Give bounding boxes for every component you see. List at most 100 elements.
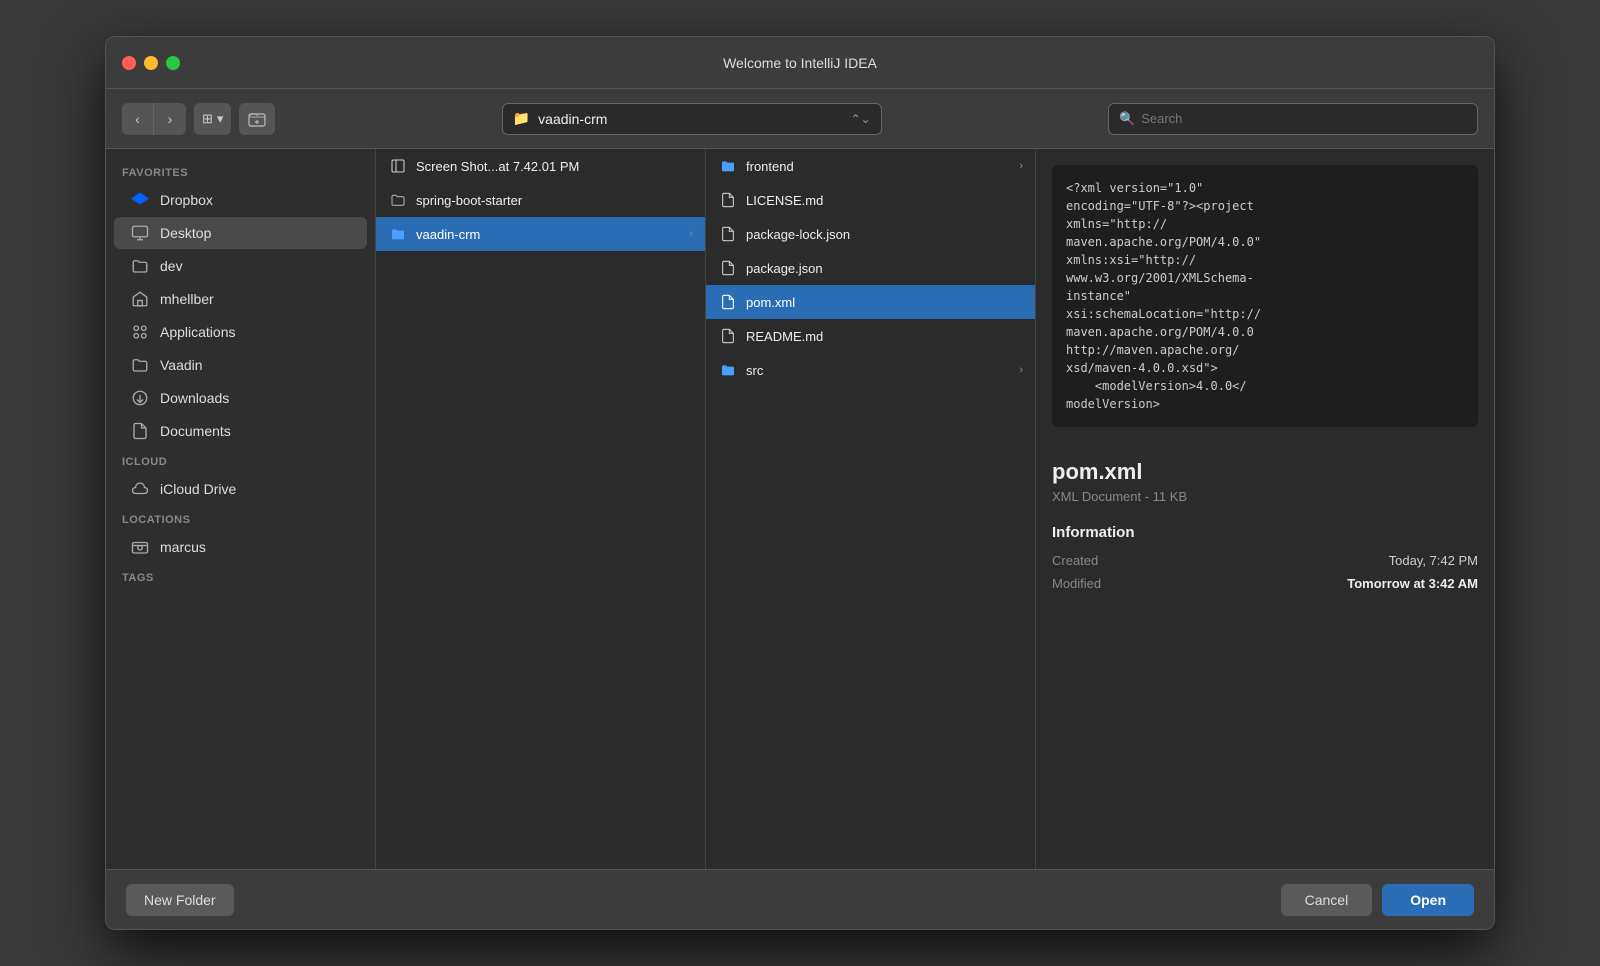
file-name: LICENSE.md: [746, 193, 1023, 208]
list-item[interactable]: frontend ›: [706, 149, 1035, 183]
list-item[interactable]: vaadin-crm ›: [376, 217, 705, 251]
folder-selected-icon: [388, 224, 408, 244]
sidebar-item-downloads[interactable]: Downloads: [114, 382, 367, 414]
file-icon: [718, 258, 738, 278]
maximize-button[interactable]: [166, 56, 180, 70]
file-icon: [388, 156, 408, 176]
downloads-icon: [130, 388, 150, 408]
modified-value: Tomorrow at 3:42 AM: [1347, 576, 1478, 591]
file-name: package.json: [746, 261, 1023, 276]
view-chevron-icon: ▾: [217, 111, 224, 127]
sidebar-item-label: Documents: [160, 423, 231, 439]
dev-folder-icon: [130, 256, 150, 276]
location-text: vaadin-crm: [538, 111, 842, 127]
traffic-lights: [122, 56, 180, 70]
sidebar-item-label: Vaadin: [160, 357, 203, 373]
panel-2: frontend › LICENSE.md package-lock.json: [706, 149, 1036, 869]
file-panels: Screen Shot...at 7.42.01 PM spring-boot-…: [376, 149, 1494, 869]
file-icon: [718, 224, 738, 244]
view-icon: ⊞: [202, 111, 213, 127]
new-folder-button[interactable]: New Folder: [126, 884, 234, 916]
documents-icon: [130, 421, 150, 441]
code-content: <?xml version="1.0" encoding="UTF-8"?><p…: [1066, 179, 1464, 413]
tags-header: Tags: [106, 564, 375, 588]
new-folder-toolbar-button[interactable]: [239, 103, 275, 135]
sidebar-item-label: Dropbox: [160, 192, 213, 208]
xml-file-icon: [718, 292, 738, 312]
preview-info: pom.xml XML Document - 11 KB Information…: [1036, 443, 1494, 615]
disk-icon: [130, 537, 150, 557]
sidebar-item-label: Downloads: [160, 390, 229, 406]
file-name: spring-boot-starter: [416, 193, 693, 208]
main-content: Favorites Dropbox Desktop dev: [106, 149, 1494, 869]
folder-icon: [718, 360, 738, 380]
sidebar-item-label: marcus: [160, 539, 206, 555]
created-label: Created: [1052, 553, 1098, 568]
sidebar-item-marcus[interactable]: marcus: [114, 531, 367, 563]
list-item[interactable]: spring-boot-starter: [376, 183, 705, 217]
preview-filename: pom.xml: [1052, 459, 1478, 485]
folder-icon: [718, 156, 738, 176]
cancel-button[interactable]: Cancel: [1281, 884, 1373, 916]
icloud-header: iCloud: [106, 448, 375, 472]
sidebar-item-mhellber[interactable]: mhellber: [114, 283, 367, 315]
folder-icon: [388, 190, 408, 210]
applications-icon: [130, 322, 150, 342]
list-item[interactable]: README.md: [706, 319, 1035, 353]
file-icon: [718, 190, 738, 210]
favorites-header: Favorites: [106, 159, 375, 183]
location-folder-icon: 📁: [513, 110, 530, 127]
sidebar-item-documents[interactable]: Documents: [114, 415, 367, 447]
file-name: README.md: [746, 329, 1023, 344]
file-name: package-lock.json: [746, 227, 1023, 242]
home-icon: [130, 289, 150, 309]
minimize-button[interactable]: [144, 56, 158, 70]
panel-1: Screen Shot...at 7.42.01 PM spring-boot-…: [376, 149, 706, 869]
open-button[interactable]: Open: [1382, 884, 1474, 916]
bottom-bar: New Folder Cancel Open: [106, 869, 1494, 929]
dropbox-icon: [130, 190, 150, 210]
sidebar-item-dropbox[interactable]: Dropbox: [114, 184, 367, 216]
file-name: frontend: [746, 159, 1011, 174]
file-name: pom.xml: [746, 295, 1023, 310]
back-button[interactable]: ‹: [122, 103, 154, 135]
view-button[interactable]: ⊞ ▾: [194, 103, 231, 135]
title-bar: Welcome to IntelliJ IDEA: [106, 37, 1494, 89]
created-value: Today, 7:42 PM: [1389, 553, 1478, 568]
location-bar[interactable]: 📁 vaadin-crm ⌃⌄: [502, 103, 882, 135]
sidebar-item-vaadin[interactable]: Vaadin: [114, 349, 367, 381]
file-name: Screen Shot...at 7.42.01 PM: [416, 159, 693, 174]
list-item[interactable]: package.json: [706, 251, 1035, 285]
vaadin-folder-icon: [130, 355, 150, 375]
list-item[interactable]: src ›: [706, 353, 1035, 387]
file-name: vaadin-crm: [416, 227, 681, 242]
sidebar-item-dev[interactable]: dev: [114, 250, 367, 282]
file-name: src: [746, 363, 1011, 378]
sidebar-item-label: iCloud Drive: [160, 481, 236, 497]
chevron-right-icon: ›: [1019, 364, 1023, 376]
finder-dialog: Welcome to IntelliJ IDEA ‹ › ⊞ ▾ 📁 vaadi…: [105, 36, 1495, 930]
search-icon: 🔍: [1119, 111, 1135, 127]
location-chevron-icon: ⌃⌄: [851, 112, 871, 126]
list-item[interactable]: Screen Shot...at 7.42.01 PM: [376, 149, 705, 183]
close-button[interactable]: [122, 56, 136, 70]
sidebar-item-icloud-drive[interactable]: iCloud Drive: [114, 473, 367, 505]
locations-header: Locations: [106, 506, 375, 530]
info-section-header: Information: [1052, 524, 1478, 541]
list-item[interactable]: pom.xml: [706, 285, 1035, 319]
list-item[interactable]: LICENSE.md: [706, 183, 1035, 217]
search-bar[interactable]: 🔍: [1108, 103, 1478, 135]
preview-panel: <?xml version="1.0" encoding="UTF-8"?><p…: [1036, 149, 1494, 869]
preview-filetype: XML Document - 11 KB: [1052, 489, 1478, 504]
nav-buttons: ‹ ›: [122, 103, 186, 135]
forward-button[interactable]: ›: [154, 103, 186, 135]
sidebar-item-label: Applications: [160, 324, 236, 340]
created-row: Created Today, 7:42 PM: [1052, 553, 1478, 568]
search-input[interactable]: [1141, 111, 1467, 126]
chevron-right-icon: ›: [1019, 160, 1023, 172]
sidebar-item-applications[interactable]: Applications: [114, 316, 367, 348]
preview-code: <?xml version="1.0" encoding="UTF-8"?><p…: [1052, 165, 1478, 427]
list-item[interactable]: package-lock.json: [706, 217, 1035, 251]
sidebar-item-desktop[interactable]: Desktop: [114, 217, 367, 249]
window-title: Welcome to IntelliJ IDEA: [723, 55, 877, 71]
